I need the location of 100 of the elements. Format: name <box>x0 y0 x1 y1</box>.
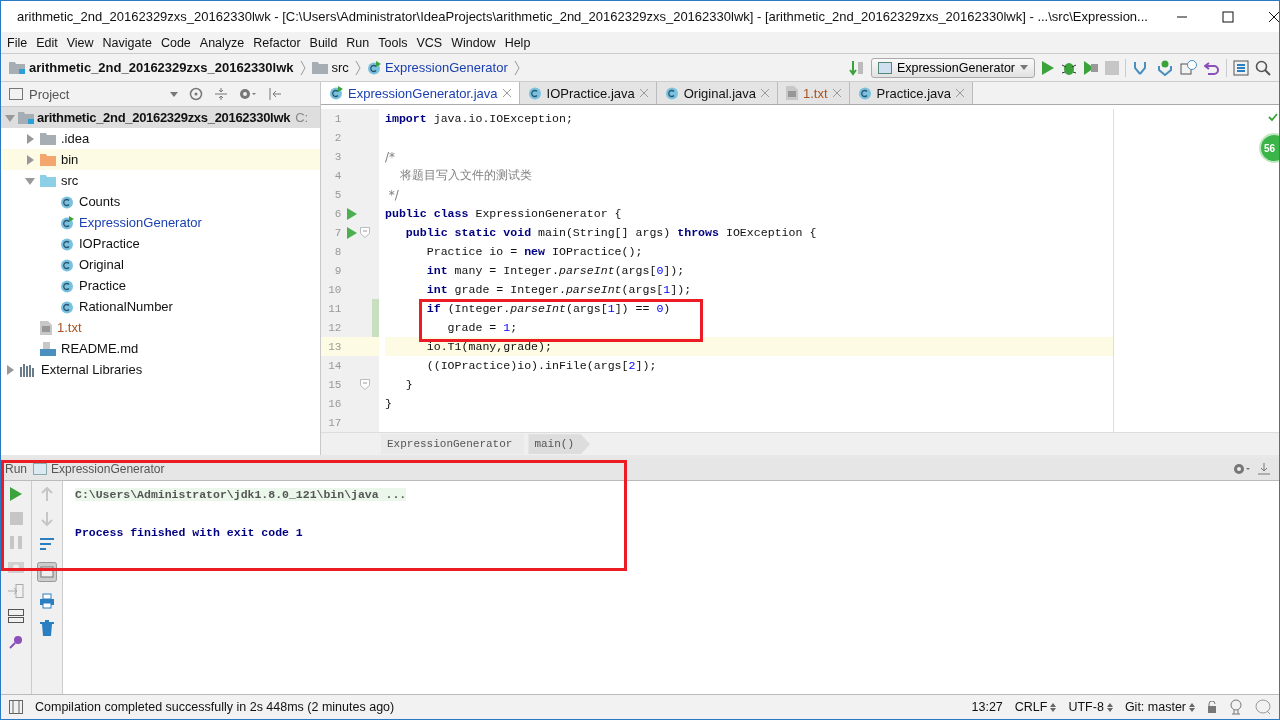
fold-marker-icon[interactable] <box>360 379 371 391</box>
tree-item[interactable]: README.md <box>1 338 320 359</box>
class-icon <box>527 86 542 101</box>
close-icon[interactable] <box>1267 10 1279 23</box>
history-icon[interactable] <box>1180 59 1198 76</box>
undo-icon[interactable] <box>1204 59 1220 76</box>
editor-tab[interactable]: 1.txt <box>778 82 850 105</box>
hide-panel-icon[interactable] <box>1257 462 1271 476</box>
search-icon[interactable] <box>1255 59 1271 76</box>
dropdown-caret-icon <box>1020 65 1028 70</box>
editor-tab[interactable]: Original.java <box>656 82 778 105</box>
tree-item[interactable]: IOPractice <box>1 233 320 254</box>
menu-item[interactable]: Navigate <box>102 35 152 50</box>
breadcrumb-item[interactable]: arithmetic_2nd_20162329zxs_20162330lwk <box>9 60 294 75</box>
menu-item[interactable]: Edit <box>36 35 58 50</box>
exit-icon[interactable] <box>8 584 24 598</box>
change-marker[interactable] <box>371 299 379 319</box>
settings-icon[interactable] <box>1233 462 1251 476</box>
class-icon <box>60 299 74 314</box>
tree-item[interactable]: ExpressionGenerator <box>1 212 320 233</box>
tree-item[interactable]: src <box>1 170 320 191</box>
sort-icon[interactable] <box>848 59 865 76</box>
stop-icon[interactable] <box>1105 60 1119 75</box>
editor-tab[interactable]: Practice.java <box>849 82 973 105</box>
tree-item[interactable]: Counts <box>1 191 320 212</box>
collapsed-arrow-icon[interactable] <box>25 133 35 144</box>
tree-item[interactable]: arithmetic_2nd_20162329zxs_20162330lwk C: <box>1 107 320 128</box>
menu-item[interactable]: Window <box>451 35 496 50</box>
fold-marker-icon[interactable] <box>360 227 371 239</box>
vcs-commit-icon[interactable] <box>1156 59 1174 76</box>
run-configuration-dropdown[interactable]: ExpressionGenerator <box>870 57 1035 78</box>
collapsed-arrow-icon[interactable] <box>5 364 15 375</box>
expanded-arrow-icon[interactable] <box>25 175 35 186</box>
stop-icon[interactable] <box>9 512 23 525</box>
down-arrow-icon[interactable] <box>41 512 53 526</box>
collapse-all-icon[interactable] <box>214 87 228 101</box>
event-log-icon[interactable] <box>1255 699 1271 715</box>
trash-icon[interactable] <box>40 620 54 636</box>
menu-item[interactable]: Tools <box>378 35 408 50</box>
pause-icon[interactable] <box>10 536 22 549</box>
folder-icon <box>40 132 56 145</box>
dropdown-caret-icon[interactable] <box>170 91 178 97</box>
editor-tab[interactable]: IOPractice.java <box>519 82 657 105</box>
run-gutter-icon[interactable] <box>347 226 358 239</box>
inspector-icon[interactable] <box>1229 699 1243 715</box>
tool-window-label[interactable]: Run <box>5 462 27 476</box>
lock-icon[interactable] <box>1207 701 1217 713</box>
line-separator-selector[interactable]: CRLF <box>1014 700 1057 714</box>
menu-item[interactable]: Refactor <box>253 35 301 50</box>
layout-icon[interactable] <box>8 609 24 623</box>
tree-item[interactable]: RationalNumber <box>1 296 320 317</box>
menu-item[interactable]: Run <box>346 35 370 50</box>
tree-item[interactable]: External Libraries <box>1 359 320 380</box>
menu-item[interactable]: VCS <box>416 35 443 50</box>
settings-icon[interactable] <box>239 87 257 101</box>
status-message: Compilation completed successfully in 2s 448ms (2 minutes ago) <box>35 700 395 714</box>
project-structure-icon[interactable] <box>1233 59 1249 76</box>
menu-item[interactable]: File <box>7 35 28 50</box>
tool-windows-icon[interactable] <box>9 700 23 714</box>
vcs-branch-selector[interactable]: Git: master <box>1124 700 1195 714</box>
menu-item[interactable]: Build <box>309 35 338 50</box>
run-tab[interactable]: ExpressionGenerator <box>33 462 165 476</box>
menu-item[interactable]: Analyze <box>199 35 245 50</box>
breadcrumb-item[interactable]: ExpressionGenerator <box>381 434 525 455</box>
menu-item[interactable]: View <box>66 35 94 50</box>
up-arrow-icon[interactable] <box>41 487 53 501</box>
run-icon[interactable] <box>1041 59 1055 76</box>
line-number: 10 <box>327 283 342 296</box>
camera-icon[interactable] <box>8 560 24 573</box>
maximize-icon[interactable] <box>1221 10 1234 23</box>
breadcrumb-item[interactable]: main() <box>528 434 591 455</box>
window-icon <box>33 463 47 475</box>
pin-icon[interactable] <box>8 634 24 650</box>
code-line: public static void main(String[] args) throws IOException { <box>404 226 817 240</box>
breadcrumb-item[interactable]: ExpressionGenerator <box>366 60 508 75</box>
rerun-icon[interactable] <box>10 487 22 501</box>
coverage-icon[interactable] <box>1083 59 1099 76</box>
soft-wrap-icon[interactable] <box>39 537 55 551</box>
locate-icon[interactable] <box>189 87 203 101</box>
project-view-selector[interactable]: Project <box>9 86 159 102</box>
tree-item[interactable]: Practice <box>1 275 320 296</box>
menu-item[interactable]: Help <box>504 35 531 50</box>
tree-item[interactable]: .idea <box>1 128 320 149</box>
line-number: 1 <box>333 112 342 125</box>
expanded-arrow-icon[interactable] <box>5 112 15 123</box>
encoding-selector[interactable]: UTF-8 <box>1068 700 1113 714</box>
breadcrumb-item[interactable]: src <box>311 60 349 75</box>
menu-item[interactable]: Code <box>160 35 191 50</box>
collapsed-arrow-icon[interactable] <box>25 154 35 165</box>
tree-item[interactable]: bin <box>1 149 320 170</box>
run-gutter-icon[interactable] <box>347 207 358 220</box>
tree-item[interactable]: Original <box>1 254 320 275</box>
hide-panel-icon[interactable] <box>268 87 282 101</box>
folder-icon <box>40 174 56 187</box>
caret-position[interactable]: 13:27 <box>971 700 1003 714</box>
change-marker[interactable] <box>371 318 379 338</box>
print-icon[interactable] <box>39 593 55 609</box>
tree-item[interactable]: 1.txt <box>1 317 320 338</box>
line-number: 6 <box>333 207 342 220</box>
editor-tab[interactable]: ExpressionGenerator.java <box>321 82 520 105</box>
